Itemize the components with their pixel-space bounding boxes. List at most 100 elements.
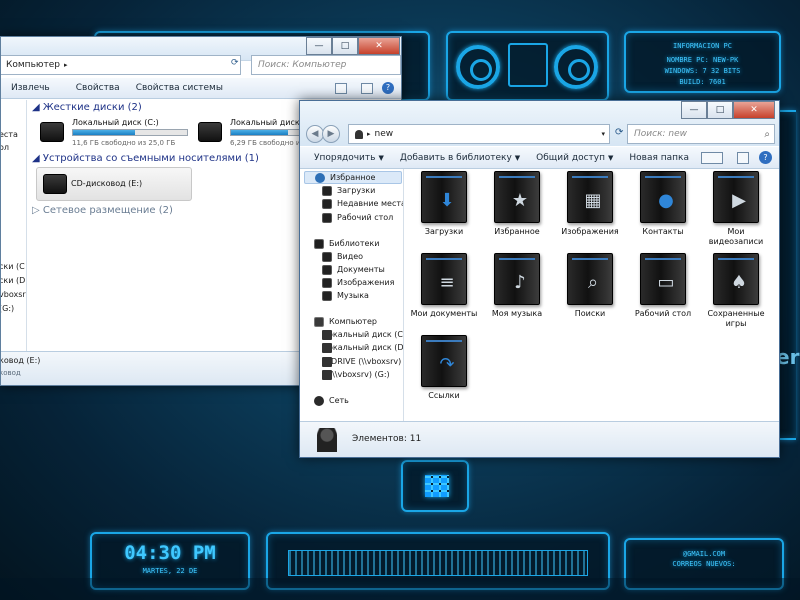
folder-item[interactable]: ▭ Рабочий стол [628,253,698,319]
section-hard-disks[interactable]: ◢ Жесткие диски (2) [32,102,142,113]
contacts-icon: ● [640,171,686,223]
nav-item-drive-d[interactable]: Локальный диск (D [322,341,404,354]
nav-label: Документы [337,265,385,274]
nav-item-music[interactable]: Музыка [322,289,369,302]
view-options-icon[interactable] [701,152,723,164]
maximize-button[interactable]: □ [707,101,733,119]
help-icon[interactable]: ? [759,151,772,164]
nav-item-edrive[interactable]: E_DRIVE (\\vboxsrv) [322,355,401,368]
nav-item-video[interactable]: Видео [322,250,363,263]
nav-label: E_DRIVE (\\vboxsrv) [322,357,402,366]
refresh-icon[interactable]: ⟳ [231,58,239,68]
section-title: Устройства со съемными носителями (1) [42,153,259,164]
help-icon[interactable]: ? [382,82,394,94]
folder-item[interactable]: ♪ Моя музыка [482,253,552,319]
window-caption-buttons: — □ ✕ [681,101,775,119]
folder-item[interactable]: ★ Избранное [482,171,552,237]
speaker-left-icon [456,45,500,89]
close-button[interactable]: ✕ [358,37,400,55]
drive-c-usage-fill [73,130,135,135]
folder-item[interactable]: ● Контакты [628,171,698,237]
address-bar[interactable]: ▸ new ▾ [348,124,610,144]
drive-c-usage-bar [72,129,188,136]
folder-item[interactable]: ⌕ Поиски [555,253,625,319]
nav-item-desktop[interactable]: Рабочий стол [322,211,393,224]
folder-item[interactable]: ▶ Мои видеозаписи [701,171,771,247]
maximize-button[interactable]: □ [332,37,358,55]
folder-item[interactable]: ♠ Сохраненные игры [701,253,771,329]
drive-free: 11,6 ГБ свободно из 25,0 ГБ [72,139,176,147]
nav-item-partial[interactable]: еста [1,128,18,141]
folder-item[interactable]: ↷ Ссылки [409,335,479,401]
add-to-library-button[interactable]: Добавить в библиотеку ▼ [392,153,528,163]
drive-c[interactable]: Локальный диск (C:) [72,118,192,127]
computer-icon [314,316,324,327]
address-dropdown-icon[interactable]: ▾ [601,130,605,138]
button-label: Добавить в библиотеку [399,152,512,163]
forward-button[interactable]: ▶ [322,125,340,143]
video-icon [322,251,332,262]
folder-label: Мои видеозаписи [708,227,764,246]
nav-item-computer[interactable]: Компьютер [314,315,377,328]
desktop-icon: ▭ [640,253,686,305]
documents-icon: ≡ [421,253,467,305]
cd-drive-name: CD-дисковод (E:) [71,179,143,188]
folder-label: Мои документы [410,309,478,318]
nav-item-libraries[interactable]: Библиотеки [314,237,379,250]
folder-label: Сохраненные игры [707,309,765,328]
view-options-icon[interactable] [335,83,347,94]
eject-button[interactable]: Извлечь [3,83,58,93]
nav-label: Локальный диск (D [322,343,404,352]
address-bar[interactable]: Компьютер ▸ [1,55,241,75]
new-folder-button[interactable]: Новая папка [621,153,697,163]
games-icon: ♠ [713,253,759,305]
mail-line: CORREOS NUEVOS: [672,560,736,568]
nav-item-favorites[interactable]: Избранное [304,171,402,184]
search-input[interactable]: Поиск: new ⌕ [627,124,775,144]
nav-item-partial[interactable]: ол [1,141,9,154]
details-subtitle: ковод [0,369,21,377]
nav-item-gdrive[interactable]: c (\\vboxsrv) (G:) [322,368,390,381]
nav-item-partial[interactable]: (G:) [1,302,14,315]
nav-item-partial[interactable]: ски (D [1,274,25,287]
nav-item-partial[interactable]: vboxsrv [1,288,26,301]
nav-item-drive-c[interactable]: Локальный диск (C [322,328,403,341]
nav-label: Загрузки [337,186,376,195]
nav-item-network[interactable]: Сеть [314,394,349,407]
folder-item[interactable]: ⬇ Загрузки [409,171,479,237]
minimize-button[interactable]: — [681,101,707,119]
folder-label: Моя музыка [491,309,543,318]
section-removable[interactable]: ◢ Устройства со съемными носителями (1) [32,153,259,164]
minimize-button[interactable]: — [306,37,332,55]
bar-grille [288,550,588,576]
grid-icon [425,475,449,497]
preview-pane-icon[interactable] [361,83,373,94]
refresh-icon[interactable]: ⟳ [615,127,623,138]
nav-item-partial[interactable]: ски (C [1,260,25,273]
speaker-center-display [508,43,548,87]
folder-label: Поиски [574,309,606,318]
system-properties-button[interactable]: Свойства системы [128,83,231,93]
folder-item[interactable]: ≡ Мои документы [409,253,479,319]
folder-label: Загрузки [424,227,464,236]
nav-item-downloads[interactable]: Загрузки [322,184,375,197]
star-icon [315,172,325,183]
desktop: INFORMACION PC NOMBRE PC: NEW-PK WINDOWS… [0,0,800,600]
nav-label: Сеть [329,396,349,405]
search-input[interactable]: Поиск: Компьютер [251,55,401,75]
preview-pane-icon[interactable] [737,152,749,164]
close-button[interactable]: ✕ [733,101,775,119]
cd-drive-tile[interactable]: CD-дисковод (E:) [36,167,192,201]
section-network[interactable]: ▷ Сетевое размещение (2) [32,205,173,216]
properties-button[interactable]: Свойства [68,83,128,93]
folder-item[interactable]: ▦ Изображения [555,171,625,237]
nav-item-images[interactable]: Изображения [322,276,394,289]
nav-label: c (\\vboxsrv) (G:) [322,370,390,379]
share-button[interactable]: Общий доступ ▼ [528,153,621,163]
hard-drive-icon [322,329,332,340]
nav-item-recent[interactable]: Недавние места [322,197,403,210]
organize-button[interactable]: Упорядочить ▼ [306,153,392,163]
nav-item-documents[interactable]: Документы [322,263,385,276]
start-apps-button[interactable] [401,460,469,512]
nav-label: Видео [337,252,364,261]
